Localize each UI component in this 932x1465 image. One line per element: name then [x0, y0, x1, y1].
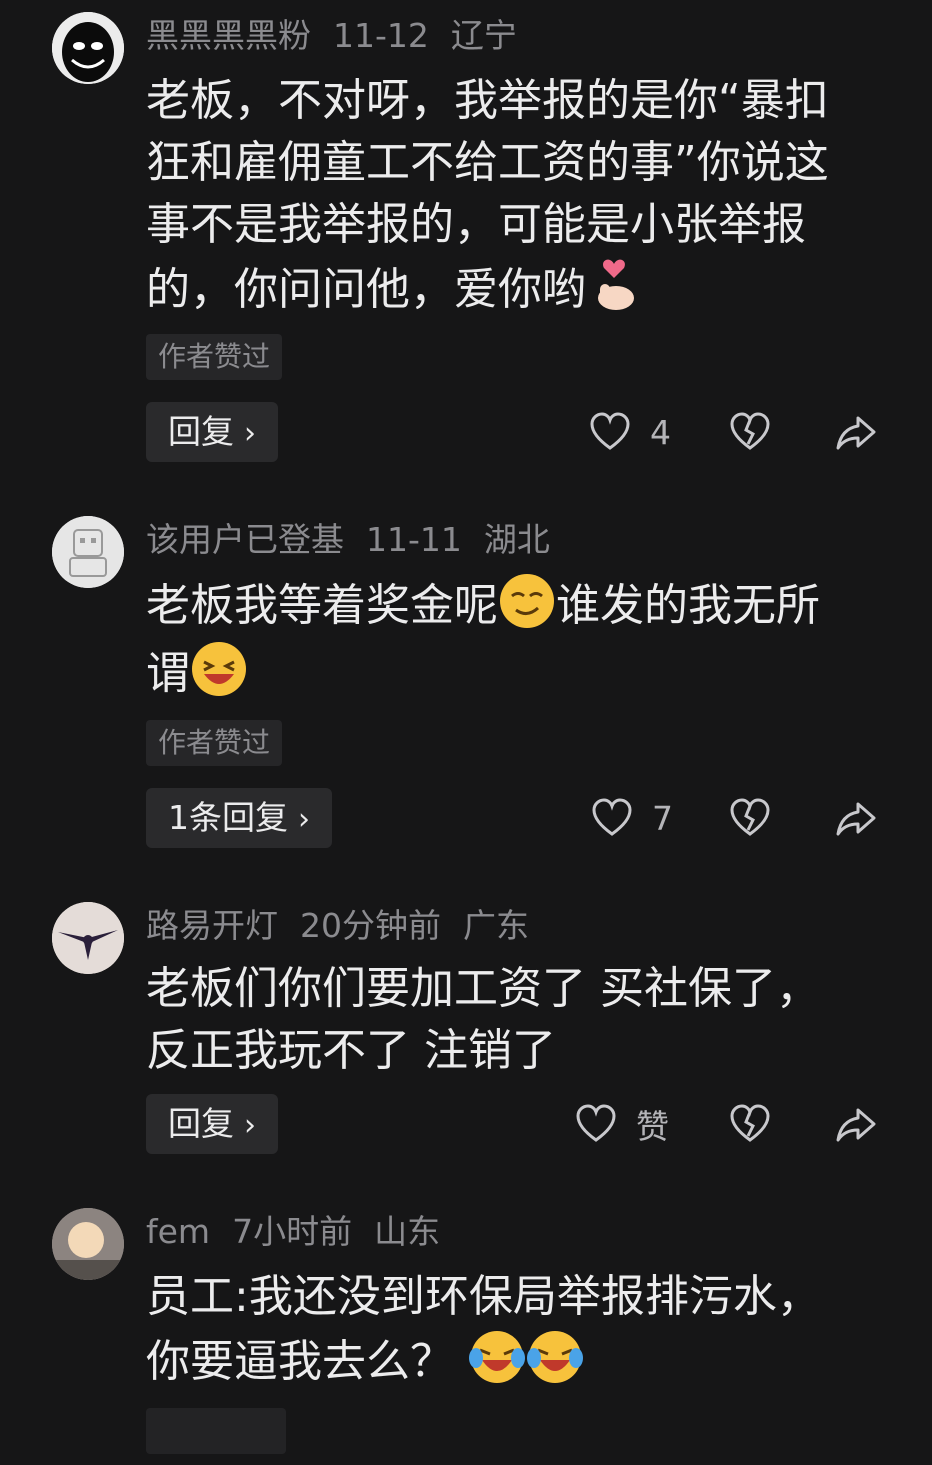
- dislike-button[interactable]: [728, 788, 772, 848]
- dark-face-avatar-icon: [52, 12, 124, 84]
- chevron-right-icon: ›: [298, 802, 310, 837]
- like-count: 赞: [636, 1107, 669, 1146]
- reply-label: 1条回复: [168, 798, 288, 837]
- comment-time: 11-11: [366, 520, 462, 559]
- heart-icon: [590, 412, 630, 450]
- reply-label: 回复: [168, 1104, 234, 1143]
- like-button[interactable]: 7: [590, 788, 673, 848]
- text-line: 你要逼我去么？: [146, 1328, 876, 1393]
- username[interactable]: 路易开灯: [146, 906, 278, 945]
- comment-location: 湖北: [483, 520, 550, 559]
- laughing-emoji-icon: [190, 640, 248, 698]
- text-segment: 老板我等着奖金呢: [146, 580, 498, 631]
- comment-meta: 该用户已登基 11-11 湖北: [146, 516, 572, 564]
- text-line: 的，你问问他，爱你哟: [146, 256, 876, 321]
- comment-time: 11-12: [333, 16, 429, 55]
- like-button[interactable]: 4: [588, 402, 671, 462]
- share-button[interactable]: [834, 402, 878, 462]
- broken-heart-icon: [730, 412, 770, 450]
- text-line: 老板，不对呀，我举报的是你“暴扣: [146, 75, 829, 126]
- author-liked-tag: 作者赞过: [146, 720, 283, 766]
- reply-button[interactable]: 1条回复 ›: [146, 788, 332, 848]
- comment-meta: fem 7小时前 山东: [146, 1208, 462, 1256]
- comment-text: 老板我等着奖金呢 谁发的我无所 谓: [146, 572, 876, 708]
- broken-heart-icon: [730, 1104, 770, 1142]
- avatar[interactable]: [52, 1208, 124, 1280]
- smirk-emoji-icon: [498, 572, 556, 630]
- chevron-right-icon: ›: [244, 1108, 256, 1143]
- text-line: 事不是我举报的，可能是小张举报: [146, 199, 806, 250]
- text-line: 谓: [146, 640, 876, 708]
- broken-heart-icon: [730, 798, 770, 836]
- author-liked-tag: 作者赞过: [146, 334, 283, 380]
- avatar[interactable]: [52, 12, 124, 84]
- text-line-last: 你要逼我去么？: [146, 1336, 454, 1387]
- text-line: 反正我玩不了 注销了: [146, 1025, 556, 1076]
- text-line: 老板我等着奖金呢 谁发的我无所: [146, 572, 876, 640]
- share-arrow-icon: [836, 1108, 876, 1142]
- share-button[interactable]: [834, 788, 878, 848]
- comment-time: 7小时前: [232, 1212, 353, 1251]
- comment-actions: 7: [560, 788, 890, 848]
- text-line: 员工:我还没到环保局举报排污水，: [146, 1271, 821, 1322]
- reply-button[interactable]: 回复 ›: [146, 1094, 278, 1154]
- like-count: 4: [650, 412, 671, 452]
- comment-location: 山东: [374, 1212, 441, 1251]
- like-count: 7: [652, 798, 673, 838]
- laugh-cry-emoji-icon: [468, 1328, 526, 1386]
- like-button[interactable]: 赞: [574, 1094, 669, 1154]
- comment-text: 老板们你们要加工资了 买社保了， 反正我玩不了 注销了: [146, 958, 876, 1082]
- ink-splash-avatar-icon: [52, 902, 124, 974]
- photo-avatar-icon: [52, 1208, 124, 1280]
- comment-location: 辽宁: [450, 16, 517, 55]
- avatar[interactable]: [52, 516, 124, 588]
- dislike-button[interactable]: [728, 402, 772, 462]
- chevron-right-icon: ›: [244, 416, 256, 451]
- share-button[interactable]: [834, 1094, 878, 1154]
- comment-time: 20分钟前: [300, 906, 441, 945]
- share-arrow-icon: [836, 416, 876, 450]
- text-line: 狂和雇佣童工不给工资的事”你说这: [146, 137, 829, 188]
- comment-actions: 赞: [560, 1094, 890, 1154]
- reply-button[interactable]: 回复 ›: [146, 402, 278, 462]
- comment-text: 老板，不对呀，我举报的是你“暴扣 狂和雇佣童工不给工资的事”你说这 事不是我举报…: [146, 70, 876, 321]
- heart-icon: [592, 798, 632, 836]
- username[interactable]: fem: [146, 1212, 210, 1251]
- heart-icon: [576, 1104, 616, 1142]
- comment-meta: 黑黑黑黑粉 11-12 辽宁: [146, 12, 539, 60]
- text-segment: 谁发的我无所: [556, 580, 820, 631]
- dislike-button[interactable]: [728, 1094, 772, 1154]
- text-line: 老板们你们要加工资了 买社保了，: [146, 963, 820, 1014]
- text-line-last: 的，你问问他，爱你哟: [146, 264, 586, 315]
- reply-label: 回复: [168, 412, 234, 451]
- username[interactable]: 该用户已登基: [146, 520, 344, 559]
- avatar[interactable]: [52, 902, 124, 974]
- comment-text: 员工:我还没到环保局举报排污水， 你要逼我去么？: [146, 1266, 876, 1393]
- comment-meta: 路易开灯 20分钟前 广东: [146, 902, 551, 950]
- comment-actions: 4: [560, 402, 890, 462]
- comment-location: 广东: [463, 906, 529, 945]
- username[interactable]: 黑黑黑黑粉: [146, 16, 311, 55]
- finger-heart-icon: [586, 256, 644, 314]
- share-arrow-icon: [836, 802, 876, 836]
- text-segment: 谓: [146, 648, 190, 699]
- laugh-cry-emoji-icon: [526, 1328, 584, 1386]
- robot-avatar-icon: [52, 516, 124, 588]
- author-liked-tag: [146, 1408, 286, 1454]
